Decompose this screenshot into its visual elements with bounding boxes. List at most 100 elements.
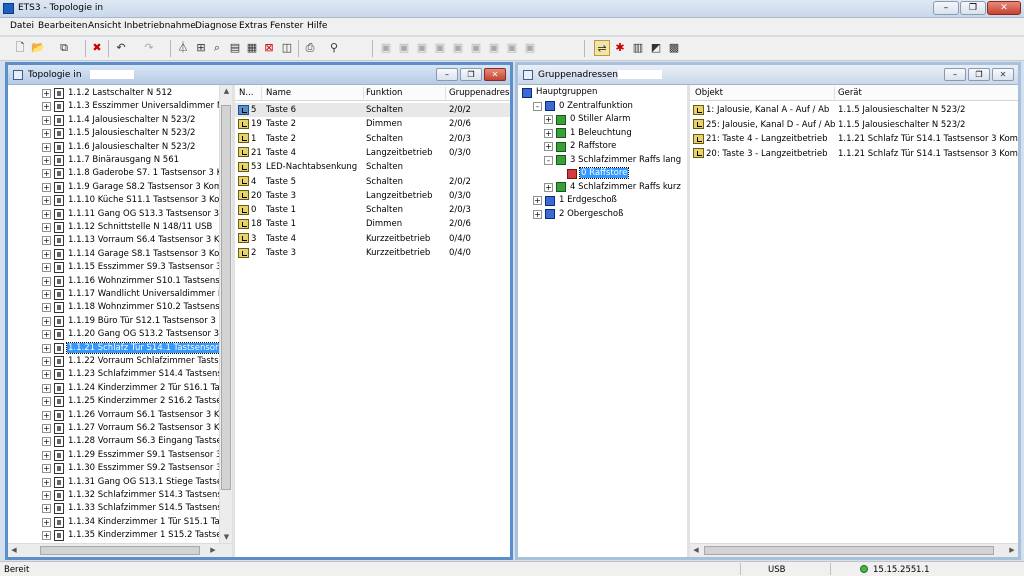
expand-icon[interactable]: + [42,263,51,273]
groups-close-button[interactable]: ✕ [992,68,1014,81]
maximize-button[interactable]: ❐ [960,1,986,15]
device-tree-item[interactable]: +1.1.25 Kinderzimmer 2 S16.2 Tastsens [42,395,232,408]
col-number[interactable]: N... [239,88,259,98]
object-row[interactable]: 2 Taste 3 Kurzzeitbetrieb 0/4/0 [235,246,510,260]
expand-icon[interactable]: + [42,142,51,152]
group-tree-item[interactable]: +2 Obergeschoß [533,208,624,221]
device-tree-item[interactable]: +1.1.20 Gang OG S13.2 Tastsensor 3 Ko [42,328,232,341]
menu-ansicht[interactable]: Ansicht [88,21,121,31]
expand-icon[interactable]: + [42,169,51,179]
expand-icon[interactable]: + [42,209,51,219]
expand-icon[interactable]: + [544,142,553,151]
object-row[interactable]: 21 Taste 4 Langzeitbetrieb 0/3/0 [235,146,510,160]
menu-extras[interactable]: Extras [239,21,267,31]
panel-icon[interactable]: ◫ [279,40,295,56]
filter-icon[interactable]: ⏃ [175,40,191,56]
table-icon[interactable]: ▦ [244,40,260,56]
expand-icon[interactable]: + [42,450,51,460]
chart-icon[interactable]: ◩ [648,40,664,56]
expand-icon[interactable]: + [42,236,51,246]
diagnostic-icon[interactable]: ✱ [612,40,628,56]
device-tree-item[interactable]: +1.1.16 Wohnzimmer S10.1 Tastsensor 3 [42,275,232,288]
delete-icon[interactable]: ✖ [89,40,105,56]
object-row[interactable]: 3 Taste 4 Kurzzeitbetrieb 0/4/0 [235,232,510,246]
expand-icon[interactable]: + [42,383,51,393]
menu-fenster[interactable]: Fenster [270,21,303,31]
expand-icon[interactable]: + [533,196,542,205]
menu-bearbeiten[interactable]: Bearbeiten [38,21,87,31]
device-tree-item[interactable]: +1.1.10 Küche S11.1 Tastsensor 3 Komf [42,194,232,207]
device-tree-item[interactable]: +1.1.23 Schlafzimmer S14.4 Tastsensor [42,368,232,381]
link-row[interactable]: 1: Jalousie, Kanal A - Auf / Ab 1.1.5 Jal… [690,103,1018,117]
device-tree-item[interactable]: +1.1.34 Kinderzimmer 1 Tür S15.1 Tast [42,516,229,529]
device-tree-item[interactable]: +1.1.24 Kinderzimmer 2 Tür S16.1 Tast [42,382,229,395]
expand-icon[interactable]: + [42,397,51,407]
expand-icon[interactable]: + [42,491,51,500]
expand-icon[interactable]: + [42,343,51,353]
monitor-icon[interactable]: ▥ [630,40,646,56]
groups-restore-button[interactable]: ❐ [968,68,990,81]
group-tree-item[interactable]: +4 Schlafzimmer Raffs kurz [544,181,682,194]
device-tree-item[interactable]: +1.1.12 Schnittstelle N 148/11 USB [42,221,213,234]
collapse-icon[interactable]: - [533,101,542,111]
expand-icon[interactable]: + [42,357,51,366]
device-tree-item[interactable]: +1.1.14 Garage S8.1 Tastsensor 3 Komf [42,248,232,261]
device-tree-item[interactable]: +1.1.3 Esszimmer Universaldimmer N [42,100,224,113]
topology-restore-button[interactable]: ❐ [460,68,482,81]
collapse-icon[interactable]: - [544,155,553,165]
expand-icon[interactable]: + [42,303,51,313]
expand-icon[interactable]: + [42,156,51,165]
col-group-address[interactable]: Gruppenadress [449,88,509,98]
expand-icon[interactable]: + [42,129,51,139]
group-tree-item[interactable]: - 3 Schlafzimmer Raffs lang [544,154,682,167]
expand-icon[interactable]: + [42,290,51,299]
expand-icon[interactable]: + [42,370,51,380]
device-tree-item[interactable]: +1.1.8 Gaderobe S7. 1 Tastsensor 3 Ko [42,167,228,180]
device-tree-item[interactable]: +1.1.31 Gang OG S13.1 Stiege Tastsens [42,476,232,489]
expand-icon[interactable]: + [42,410,51,420]
col-object[interactable]: Objekt [695,88,835,98]
device-tree-item[interactable]: +1.1.5 Jalousieschalter N 523/2 [42,127,196,140]
menu-inbetriebnahme[interactable]: Inbetriebnahme [124,21,196,31]
device-tree-item[interactable]: +1.1.32 Schlafzimmer S14.3 Tastsensor [42,489,232,502]
topology-view-icon[interactable]: ⇌ [594,40,610,56]
expand-icon[interactable]: + [42,464,51,474]
group-tree-item[interactable]: - 0 Zentralfunktion [533,100,634,113]
group-tree-item[interactable]: +1 Beleuchtung [544,127,633,140]
group-objects-hscroll[interactable]: ◀ ▶ [690,543,1018,557]
undo-icon[interactable]: ↶ [113,40,129,56]
col-name[interactable]: Name [266,88,361,98]
device-tree-item[interactable]: +1.1.15 Esszimmer S9.3 Tastsensor 3 K [42,261,231,274]
expand-icon[interactable]: + [42,316,51,326]
new-icon[interactable]: 🗋 [12,40,28,56]
device-tree-vscroll[interactable]: ▲ ▼ [219,85,232,543]
expand-icon[interactable]: + [42,196,51,206]
expand-icon[interactable]: + [544,128,553,138]
group-tree-item[interactable]: +1 Erdgeschoß [533,194,618,207]
expand-icon[interactable]: + [42,517,51,527]
object-row[interactable]: 18 Taste 1 Dimmen 2/0/6 [235,217,510,231]
expand-icon[interactable]: + [544,115,553,124]
device-tree-item[interactable]: +1.1.29 Esszimmer S9.1 Tastsensor 3 Ko [42,449,232,462]
expand-icon[interactable]: + [544,182,553,192]
expand-icon[interactable]: + [42,477,51,487]
expand-icon[interactable]: + [42,424,51,433]
binoculars-icon[interactable]: ⚲ [326,40,342,56]
object-row[interactable]: 19 Taste 2 Dimmen 2/0/6 [235,117,510,131]
expand-icon[interactable]: + [42,504,51,514]
list-icon[interactable]: ▤ [227,40,243,56]
object-row[interactable]: 0 Taste 1 Schalten 2/0/3 [235,203,510,217]
search-device-icon[interactable]: ⌕ [209,40,225,56]
link-row[interactable]: 25: Jalousie, Kanal D - Auf / Ab 1.1.5 Ja… [690,118,1018,132]
device-tree-item[interactable]: +1.1.28 Vorraum S6.3 Eingang Tastsens [42,435,232,448]
group-tree-item[interactable]: +2 Raffstore [544,140,617,153]
group-tree-item[interactable]: +0 Stiller Alarm [544,113,631,126]
device-tree-item[interactable]: +1.1.9 Garage S8.2 Tastsensor 3 Komfo [42,181,231,194]
object-row[interactable]: 53 LED-Nachtabsenkung Schalten [235,160,510,174]
expand-icon[interactable]: + [42,437,51,447]
expand-icon[interactable]: + [42,115,51,125]
copy-icon[interactable]: ⧉ [56,40,72,56]
device-tree-item[interactable]: +1.1.35 Kinderzimmer 1 S15.2 Tastsen [42,529,228,542]
device-tree-item[interactable]: +1.1.33 Schlafzimmer S14.5 Tastsensor [42,502,232,515]
terminal-icon[interactable]: ▩ [666,40,682,56]
